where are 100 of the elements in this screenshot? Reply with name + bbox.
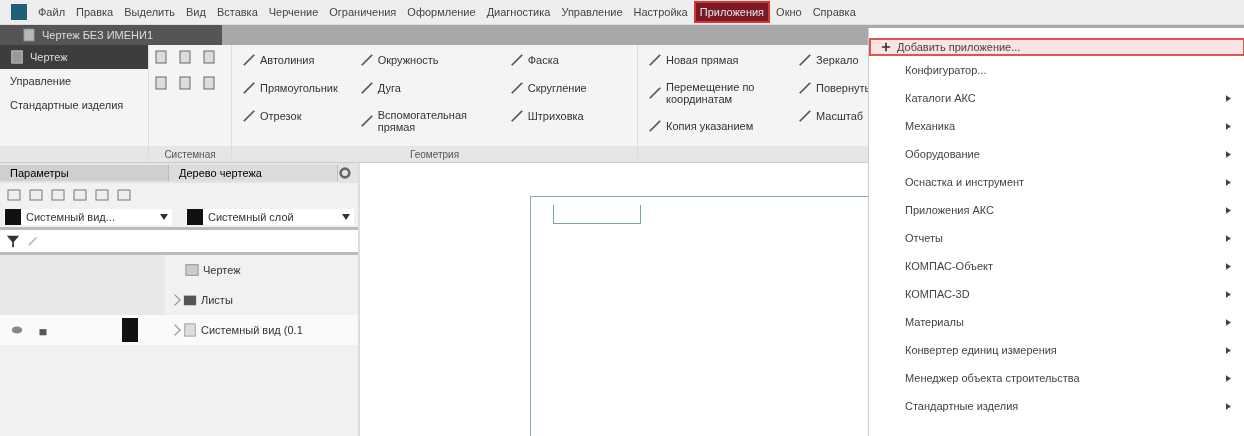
- ribbon-command[interactable]: Автолиния: [236, 48, 344, 71]
- mode-label: Чертеж: [30, 50, 68, 63]
- color-swatch-icon[interactable]: [122, 318, 138, 342]
- toolbar-icon[interactable]: [153, 74, 169, 91]
- swatch-icon: [186, 209, 204, 225]
- caret-icon: [160, 214, 168, 220]
- ribbon-command[interactable]: Фаска: [503, 48, 593, 71]
- tool-icon: [359, 52, 374, 67]
- menu-entry[interactable]: Конвертер единиц измерения: [869, 336, 1244, 364]
- drawing-icon: [185, 263, 199, 277]
- ribbon-command[interactable]: Скругление: [503, 76, 593, 99]
- menu-item[interactable]: Окно: [771, 1, 807, 22]
- menu-entry[interactable]: Стандартные изделия: [869, 392, 1244, 420]
- ribbon-command[interactable]: Управление: [0, 68, 148, 93]
- toolbar-icon[interactable]: [6, 187, 22, 203]
- drawing-icon: [10, 49, 24, 64]
- plus-icon: [881, 42, 891, 52]
- menu-entry[interactable]: Оборудование: [869, 140, 1244, 168]
- panel-tab[interactable]: Параметры: [0, 165, 170, 181]
- toolbar-icon[interactable]: [177, 48, 193, 65]
- submenu-arrow-icon: [1226, 206, 1231, 214]
- tool-icon: [509, 80, 524, 95]
- menu-item[interactable]: Выделить: [119, 1, 180, 22]
- layer-select[interactable]: Системный слой: [186, 209, 354, 225]
- tool-icon: [798, 80, 812, 95]
- view-select[interactable]: Системный вид...: [4, 209, 172, 225]
- menu-item[interactable]: Вид: [180, 1, 211, 22]
- tool-icon: [359, 114, 374, 128]
- menu-item[interactable]: Диагностика: [481, 1, 556, 22]
- ribbon-command[interactable]: Вспомогательная прямая: [353, 104, 494, 138]
- ribbon-command[interactable]: Окружность: [353, 48, 494, 71]
- ribbon-command[interactable]: Штриховка: [503, 104, 593, 127]
- submenu-arrow-icon: [1226, 234, 1231, 242]
- menu-entry[interactable]: Отчеты: [869, 224, 1244, 252]
- tool-icon: [648, 52, 662, 67]
- submenu-arrow-icon: [1226, 290, 1231, 298]
- submenu-arrow-icon: [1226, 150, 1231, 158]
- tool-icon: [359, 80, 374, 95]
- ribbon-command[interactable]: Перемещение по координатам: [642, 76, 782, 110]
- menu-item[interactable]: Правка: [71, 1, 119, 22]
- menu-entry[interactable]: КОМПАС-3D: [869, 280, 1244, 308]
- toolbar-icon[interactable]: [50, 187, 66, 203]
- menu-entry[interactable]: Добавить приложение...: [869, 38, 1244, 56]
- tool-icon: [798, 108, 812, 123]
- view-icon: [183, 323, 197, 337]
- menu-entry[interactable]: Оснастка и инструмент: [869, 168, 1244, 196]
- ribbon-command[interactable]: Стандартные изделия: [0, 93, 148, 118]
- toolbar-icon[interactable]: [177, 74, 193, 91]
- ribbon-command[interactable]: Дуга: [353, 76, 494, 99]
- menu-item[interactable]: Вставка: [211, 1, 263, 22]
- tool-icon: [798, 52, 812, 67]
- ribbon-command[interactable]: Отрезок: [236, 104, 344, 127]
- menu-item[interactable]: Черчение: [263, 1, 324, 22]
- panel-tab[interactable]: Дерево чертежа: [169, 165, 339, 181]
- toolbar-icon[interactable]: [94, 187, 110, 203]
- menu-entry[interactable]: КОМПАС-Объект: [869, 252, 1244, 280]
- submenu-arrow-icon: [1226, 94, 1231, 102]
- tool-icon: [648, 86, 662, 100]
- folder-icon: [183, 293, 197, 307]
- mode-selector[interactable]: Чертеж: [0, 44, 148, 69]
- toolbar-icon[interactable]: [28, 187, 44, 203]
- tree-item[interactable]: Листы: [201, 294, 233, 306]
- submenu-arrow-icon: [1226, 178, 1231, 186]
- menu-entry[interactable]: Приложения АКС: [869, 196, 1244, 224]
- menu-item[interactable]: Оформление: [402, 1, 481, 22]
- menu-item[interactable]: Файл: [33, 1, 71, 22]
- submenu-arrow-icon: [1226, 402, 1231, 410]
- toolbar-icon[interactable]: [201, 48, 217, 65]
- submenu-arrow-icon: [1226, 122, 1231, 130]
- submenu-arrow-icon: [1226, 262, 1231, 270]
- menu-entry[interactable]: Менеджер объекта строительства: [869, 364, 1244, 392]
- tree-item[interactable]: Чертеж: [203, 264, 241, 276]
- toolbar-icon[interactable]: [153, 48, 169, 65]
- tool-icon: [648, 119, 662, 134]
- tool-icon: [509, 108, 524, 123]
- menu-entry[interactable]: Материалы: [869, 308, 1244, 336]
- ribbon-command[interactable]: Прямоугольник: [236, 76, 344, 99]
- submenu-arrow-icon: [1226, 346, 1231, 354]
- document-tab[interactable]: Чертеж БЕЗ ИМЕНИ1: [0, 24, 222, 45]
- menu-item[interactable]: Настройка: [628, 1, 693, 22]
- toolbar-icon[interactable]: [116, 187, 132, 203]
- ribbon-command[interactable]: Новая прямая: [642, 48, 782, 71]
- menu-item[interactable]: Управление: [556, 1, 628, 22]
- tree-item[interactable]: Системный вид (0.1: [201, 324, 303, 336]
- toolbar-icon[interactable]: [201, 74, 217, 91]
- submenu-arrow-icon: [1226, 374, 1231, 382]
- ribbon-command[interactable]: Копия указанием: [642, 115, 782, 138]
- filter-icon[interactable]: [6, 234, 20, 248]
- settings-icon[interactable]: [338, 166, 352, 180]
- menu-item[interactable]: Ограничения: [324, 1, 402, 22]
- tool-icon: [242, 52, 256, 67]
- menu-item[interactable]: Справка: [807, 1, 861, 22]
- group-label: Геометрия: [409, 148, 460, 160]
- tool-icon: [242, 108, 256, 123]
- document-title: Чертеж БЕЗ ИМЕНИ1: [42, 28, 154, 41]
- app-logo-icon: [10, 2, 28, 21]
- submenu-arrow-icon: [1226, 318, 1231, 326]
- toolbar-icon[interactable]: [72, 187, 88, 203]
- menu-item[interactable]: Приложения: [693, 0, 771, 23]
- swatch-icon: [4, 209, 22, 225]
